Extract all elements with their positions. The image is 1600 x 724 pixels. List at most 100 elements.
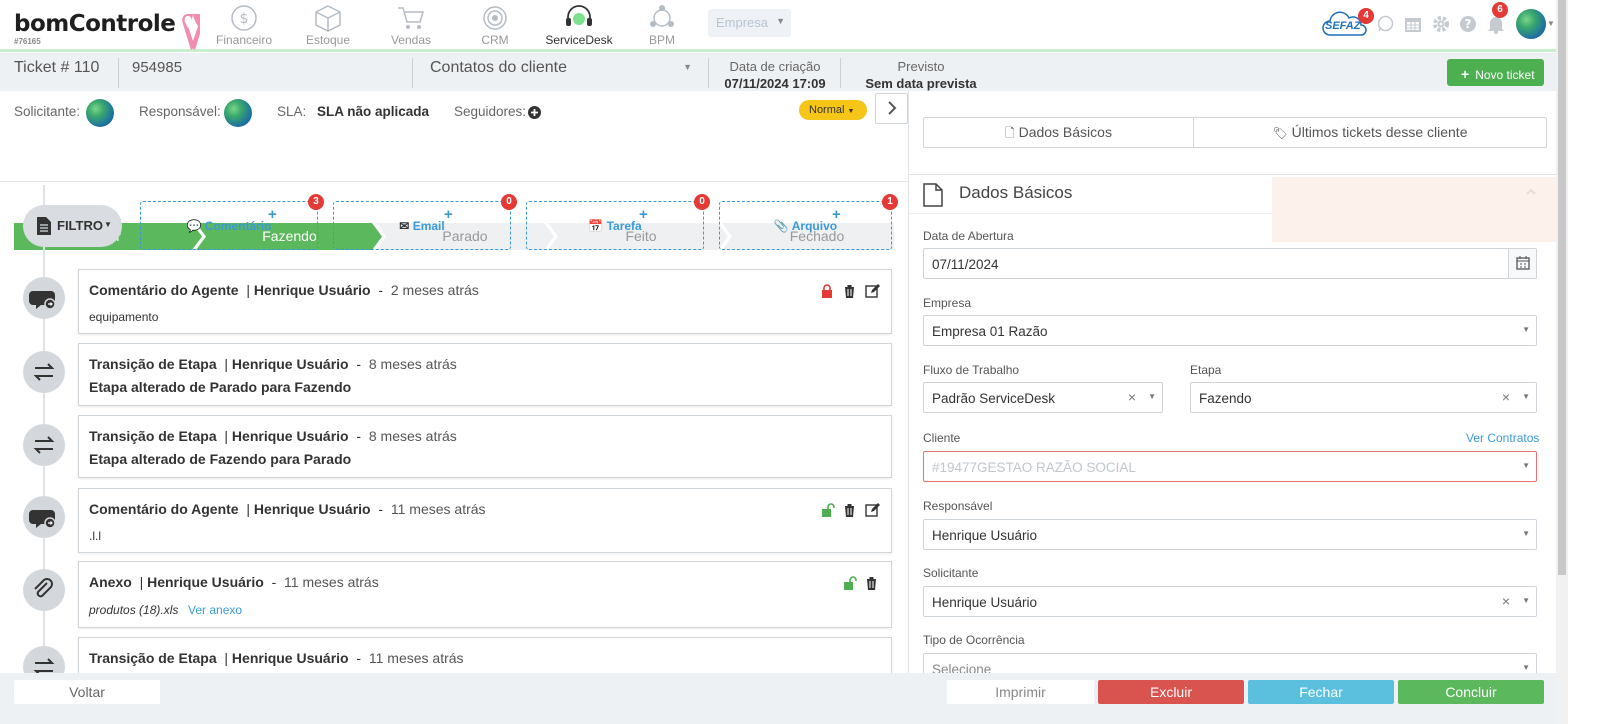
comment-count-badge: 3 [308, 194, 324, 210]
lock-icon[interactable] [821, 284, 833, 298]
nav-label: Financeiro [215, 33, 273, 47]
caret-down-icon: ▼ [1522, 461, 1530, 470]
company-select[interactable]: Empresa ▼ [708, 9, 791, 37]
view-contracts-link[interactable]: Ver Contratos [1466, 431, 1539, 445]
nav-label: Estoque [305, 33, 351, 47]
opening-date-label: Data de Abertura [923, 229, 1014, 243]
network-icon [647, 4, 677, 32]
caret-down-icon: ▼ [1547, 19, 1555, 28]
priority-dropdown[interactable]: Normal ▼ [799, 100, 867, 120]
bell-icon[interactable]: 6 [1486, 2, 1508, 34]
add-task-button[interactable]: + 📅 Tarefa 0 [526, 194, 710, 250]
occurrence-type-select[interactable]: Selecione ▼ [923, 653, 1537, 673]
edit-icon[interactable] [865, 503, 880, 517]
view-attachment-link[interactable]: Ver anexo [188, 603, 242, 617]
stage-select[interactable]: Fazendo × ▼ [1190, 382, 1537, 413]
trash-icon[interactable] [865, 576, 878, 590]
filter-button[interactable]: FILTRO ▼ [23, 205, 122, 247]
sefaz-badge: 4 [1358, 8, 1374, 24]
close-ticket-button[interactable]: Fechar [1248, 680, 1394, 704]
comment-agent-icon [23, 277, 65, 319]
gear-icon[interactable] [1432, 15, 1450, 33]
trash-icon[interactable] [843, 503, 856, 517]
workflow-select[interactable]: Padrão ServiceDesk × ▼ [923, 382, 1163, 413]
sefaz-button[interactable]: SEFAZ 4 [1322, 8, 1374, 37]
contacts-select[interactable]: Contatos do cliente ▼ [430, 59, 692, 86]
responsible-avatar[interactable] [224, 99, 252, 127]
page-scrollbar[interactable] [1556, 0, 1568, 724]
brand-logo[interactable]: bomControle [14, 11, 176, 37]
unlock-icon[interactable] [821, 503, 835, 517]
notifications-badge: 6 [1492, 2, 1508, 18]
user-avatar[interactable] [1516, 9, 1546, 39]
task-count-badge: 0 [694, 194, 710, 210]
client-select[interactable]: #19477GESTAO RAZÃO SOCIAL ▼ [923, 451, 1537, 482]
help-icon[interactable]: ? [1459, 15, 1477, 33]
back-button[interactable]: Voltar [14, 680, 160, 704]
add-file-button[interactable]: + 📎 Arquivo 1 [719, 194, 898, 250]
timeline-card: Transição de Etapa | Henrique Usuário - … [78, 343, 892, 406]
swap-arrows-icon [23, 351, 65, 393]
add-follower-icon[interactable] [528, 106, 541, 119]
envelope-icon: ✉ [399, 219, 410, 233]
timeline-card: Anexo | Henrique Usuário - 11 meses atrá… [78, 561, 892, 628]
opening-date-field[interactable]: 07/11/2024 [923, 248, 1537, 279]
paperclip-icon [23, 569, 65, 611]
caret-down-icon: ▼ [1522, 392, 1530, 401]
delete-button[interactable]: Excluir [1098, 680, 1244, 704]
comment-icon: 💬 [186, 219, 202, 233]
requester-avatar[interactable] [86, 99, 114, 127]
caret-down-icon: ▼ [1148, 392, 1156, 401]
stage-label: Etapa [1190, 363, 1222, 377]
timeline-card-header: Comentário do Agente | Henrique Usuário … [89, 501, 486, 517]
document-icon [923, 183, 943, 207]
creation-date-label: Data de criação [729, 59, 821, 74]
nav-crm[interactable]: CRM [457, 4, 533, 48]
nav-label: ServiceDesk [545, 33, 613, 47]
clear-icon[interactable]: × [1128, 389, 1136, 405]
nav-financeiro[interactable]: $ Financeiro [206, 4, 282, 48]
nav-estoque[interactable]: Estoque [290, 4, 366, 48]
responsible-select[interactable]: Henrique Usuário ▼ [923, 519, 1537, 550]
nav-bpm[interactable]: BPM [624, 4, 700, 48]
company-select[interactable]: Empresa 01 Razão ▼ [923, 315, 1537, 346]
ticket-meta-row: Solicitante: Responsável: SLA: SLA não a… [14, 99, 894, 127]
new-ticket-button[interactable]: + Novo ticket [1447, 59, 1544, 86]
print-button[interactable]: Imprimir [947, 680, 1094, 704]
requester-select[interactable]: Henrique Usuário × ▼ [923, 586, 1537, 617]
finish-button[interactable]: Concluir [1398, 680, 1544, 704]
tab-dados-basicos[interactable]: 🗋 Dados Básicos [924, 118, 1194, 147]
caret-down-icon: ▼ [1522, 663, 1530, 672]
details-tabs: 🗋 Dados Básicos 🏷 Últimos tickets desse … [923, 117, 1547, 148]
timeline-card-body: Etapa alterado de Parado para Fazendo [89, 379, 352, 395]
timeline-card-body: Etapa alterado de Fazendo para Parado [89, 451, 352, 467]
trash-icon[interactable] [843, 284, 856, 298]
unlock-icon[interactable] [843, 576, 857, 590]
clear-icon[interactable]: × [1502, 593, 1510, 609]
caret-down-icon: ▼ [1522, 529, 1530, 538]
caret-down-icon: ▼ [683, 62, 692, 72]
followers-label: Seguidores: [454, 104, 527, 119]
scrollbar-thumb[interactable] [1558, 0, 1566, 575]
sefaz-label: SEFAZ [1325, 20, 1361, 32]
edit-icon[interactable] [865, 284, 880, 298]
file-count-badge: 1 [882, 194, 898, 210]
caret-down-icon: ▼ [776, 16, 785, 26]
ticket-number[interactable]: 954985 [132, 59, 182, 86]
clear-icon[interactable]: × [1502, 389, 1510, 405]
tab-ultimos-tickets[interactable]: 🏷 Últimos tickets desse cliente [1194, 118, 1546, 147]
timeline-card-header: Transição de Etapa | Henrique Usuário - … [89, 356, 457, 372]
nav-vendas[interactable]: Vendas [373, 4, 449, 48]
calendar-icon[interactable] [1404, 15, 1422, 33]
add-comment-button[interactable]: + 💬 Comentário 3 [140, 194, 324, 250]
calendar-icon[interactable] [1508, 249, 1536, 278]
whatsapp-icon[interactable] [1377, 15, 1394, 32]
priority-label: Normal [809, 104, 845, 116]
sla-label: SLA: [277, 104, 307, 119]
add-email-button[interactable]: + ✉ Email 0 [333, 194, 517, 250]
calendar-icon: 📅 [588, 219, 604, 233]
nav-servicedesk[interactable]: ServiceDesk [541, 4, 617, 48]
add-task-label: Tarefa [606, 219, 642, 233]
occurrence-type-label: Tipo de Ocorrência [923, 633, 1025, 647]
toggle-panel-button[interactable] [875, 93, 908, 124]
